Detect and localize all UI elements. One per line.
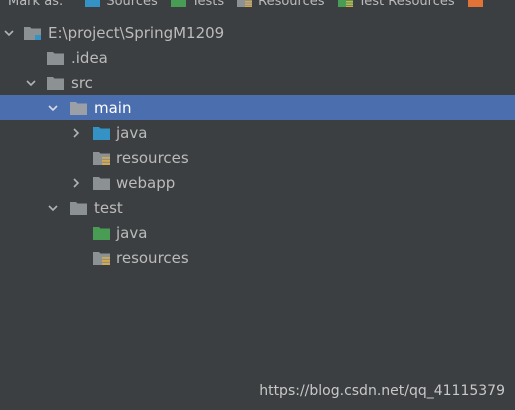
mark-tests-button[interactable]: Tests: [170, 0, 225, 9]
tree-row-test[interactable]: test: [0, 195, 515, 220]
resources-folder-icon: [93, 151, 110, 165]
watermark: https://blog.csdn.net/qq_41115379: [259, 383, 505, 399]
mark-test-resources-label: Test Resources: [358, 0, 455, 9]
tree-row-label: test: [94, 198, 123, 217]
chevron-down-icon[interactable]: [45, 200, 61, 216]
tree-row-label: resources: [116, 148, 189, 167]
test-resources-folder-icon: [93, 251, 110, 265]
folder-icon: [47, 51, 64, 65]
mark-test-resources-button[interactable]: Test Resources: [337, 0, 455, 9]
mark-excluded-button[interactable]: [467, 0, 489, 7]
resources-folder-icon: [237, 0, 253, 7]
mark-sources-button[interactable]: Sources: [85, 0, 158, 9]
tree-row-label: java: [116, 123, 148, 142]
tree-row-label: main: [94, 98, 132, 117]
project-structure-panel: Mark as: Sources Tests Resources Test Re…: [0, 0, 515, 410]
tree-row-resources[interactable]: resources: [0, 145, 515, 170]
test-resources-folder-icon: [337, 0, 353, 7]
tree-row-label: E:\project\SpringM1209: [48, 23, 225, 42]
mark-tests-label: Tests: [191, 0, 225, 9]
tree-row-label: .idea: [71, 48, 108, 67]
chevron-down-icon[interactable]: [23, 75, 39, 91]
tree-row-label: webapp: [116, 173, 176, 192]
tests-folder-icon: [170, 0, 186, 7]
folder-icon: [47, 76, 64, 90]
excluded-folder-icon: [467, 0, 483, 7]
folder-icon: [93, 176, 110, 190]
tree-row-main[interactable]: main: [0, 95, 515, 120]
tree-row-label: src: [71, 73, 93, 92]
tree-row-label: java: [116, 223, 148, 242]
tree-row-module-root[interactable]: E:\project\SpringM1209: [0, 20, 515, 45]
mark-as-label: Mark as:: [8, 0, 64, 9]
chevron-right-icon[interactable]: [68, 125, 84, 141]
tree-row-idea[interactable]: .idea: [0, 45, 515, 70]
folder-icon: [70, 201, 87, 215]
tree-row-webapp[interactable]: webapp: [0, 170, 515, 195]
tree-row-label: resources: [116, 248, 189, 267]
tree-row-java-tests[interactable]: java: [0, 220, 515, 245]
module-folder-icon: [24, 26, 41, 40]
sources-folder-icon: [85, 0, 101, 7]
mark-resources-label: Resources: [258, 0, 325, 9]
tree-row-src[interactable]: src: [0, 70, 515, 95]
tree-row-java-sources[interactable]: java: [0, 120, 515, 145]
folder-icon: [70, 101, 87, 115]
tests-folder-icon: [93, 226, 110, 240]
chevron-down-icon[interactable]: [45, 100, 61, 116]
tree-row-test-resources[interactable]: resources: [0, 245, 515, 270]
chevron-down-icon[interactable]: [1, 25, 17, 41]
mark-sources-label: Sources: [106, 0, 158, 9]
chevron-right-icon[interactable]: [68, 175, 84, 191]
sources-folder-icon: [93, 126, 110, 140]
project-tree: E:\project\SpringM1209 .idea src main ja…: [0, 20, 515, 270]
mark-as-toolbar: Mark as: Sources Tests Resources Test Re…: [0, 0, 515, 11]
mark-resources-button[interactable]: Resources: [237, 0, 325, 9]
